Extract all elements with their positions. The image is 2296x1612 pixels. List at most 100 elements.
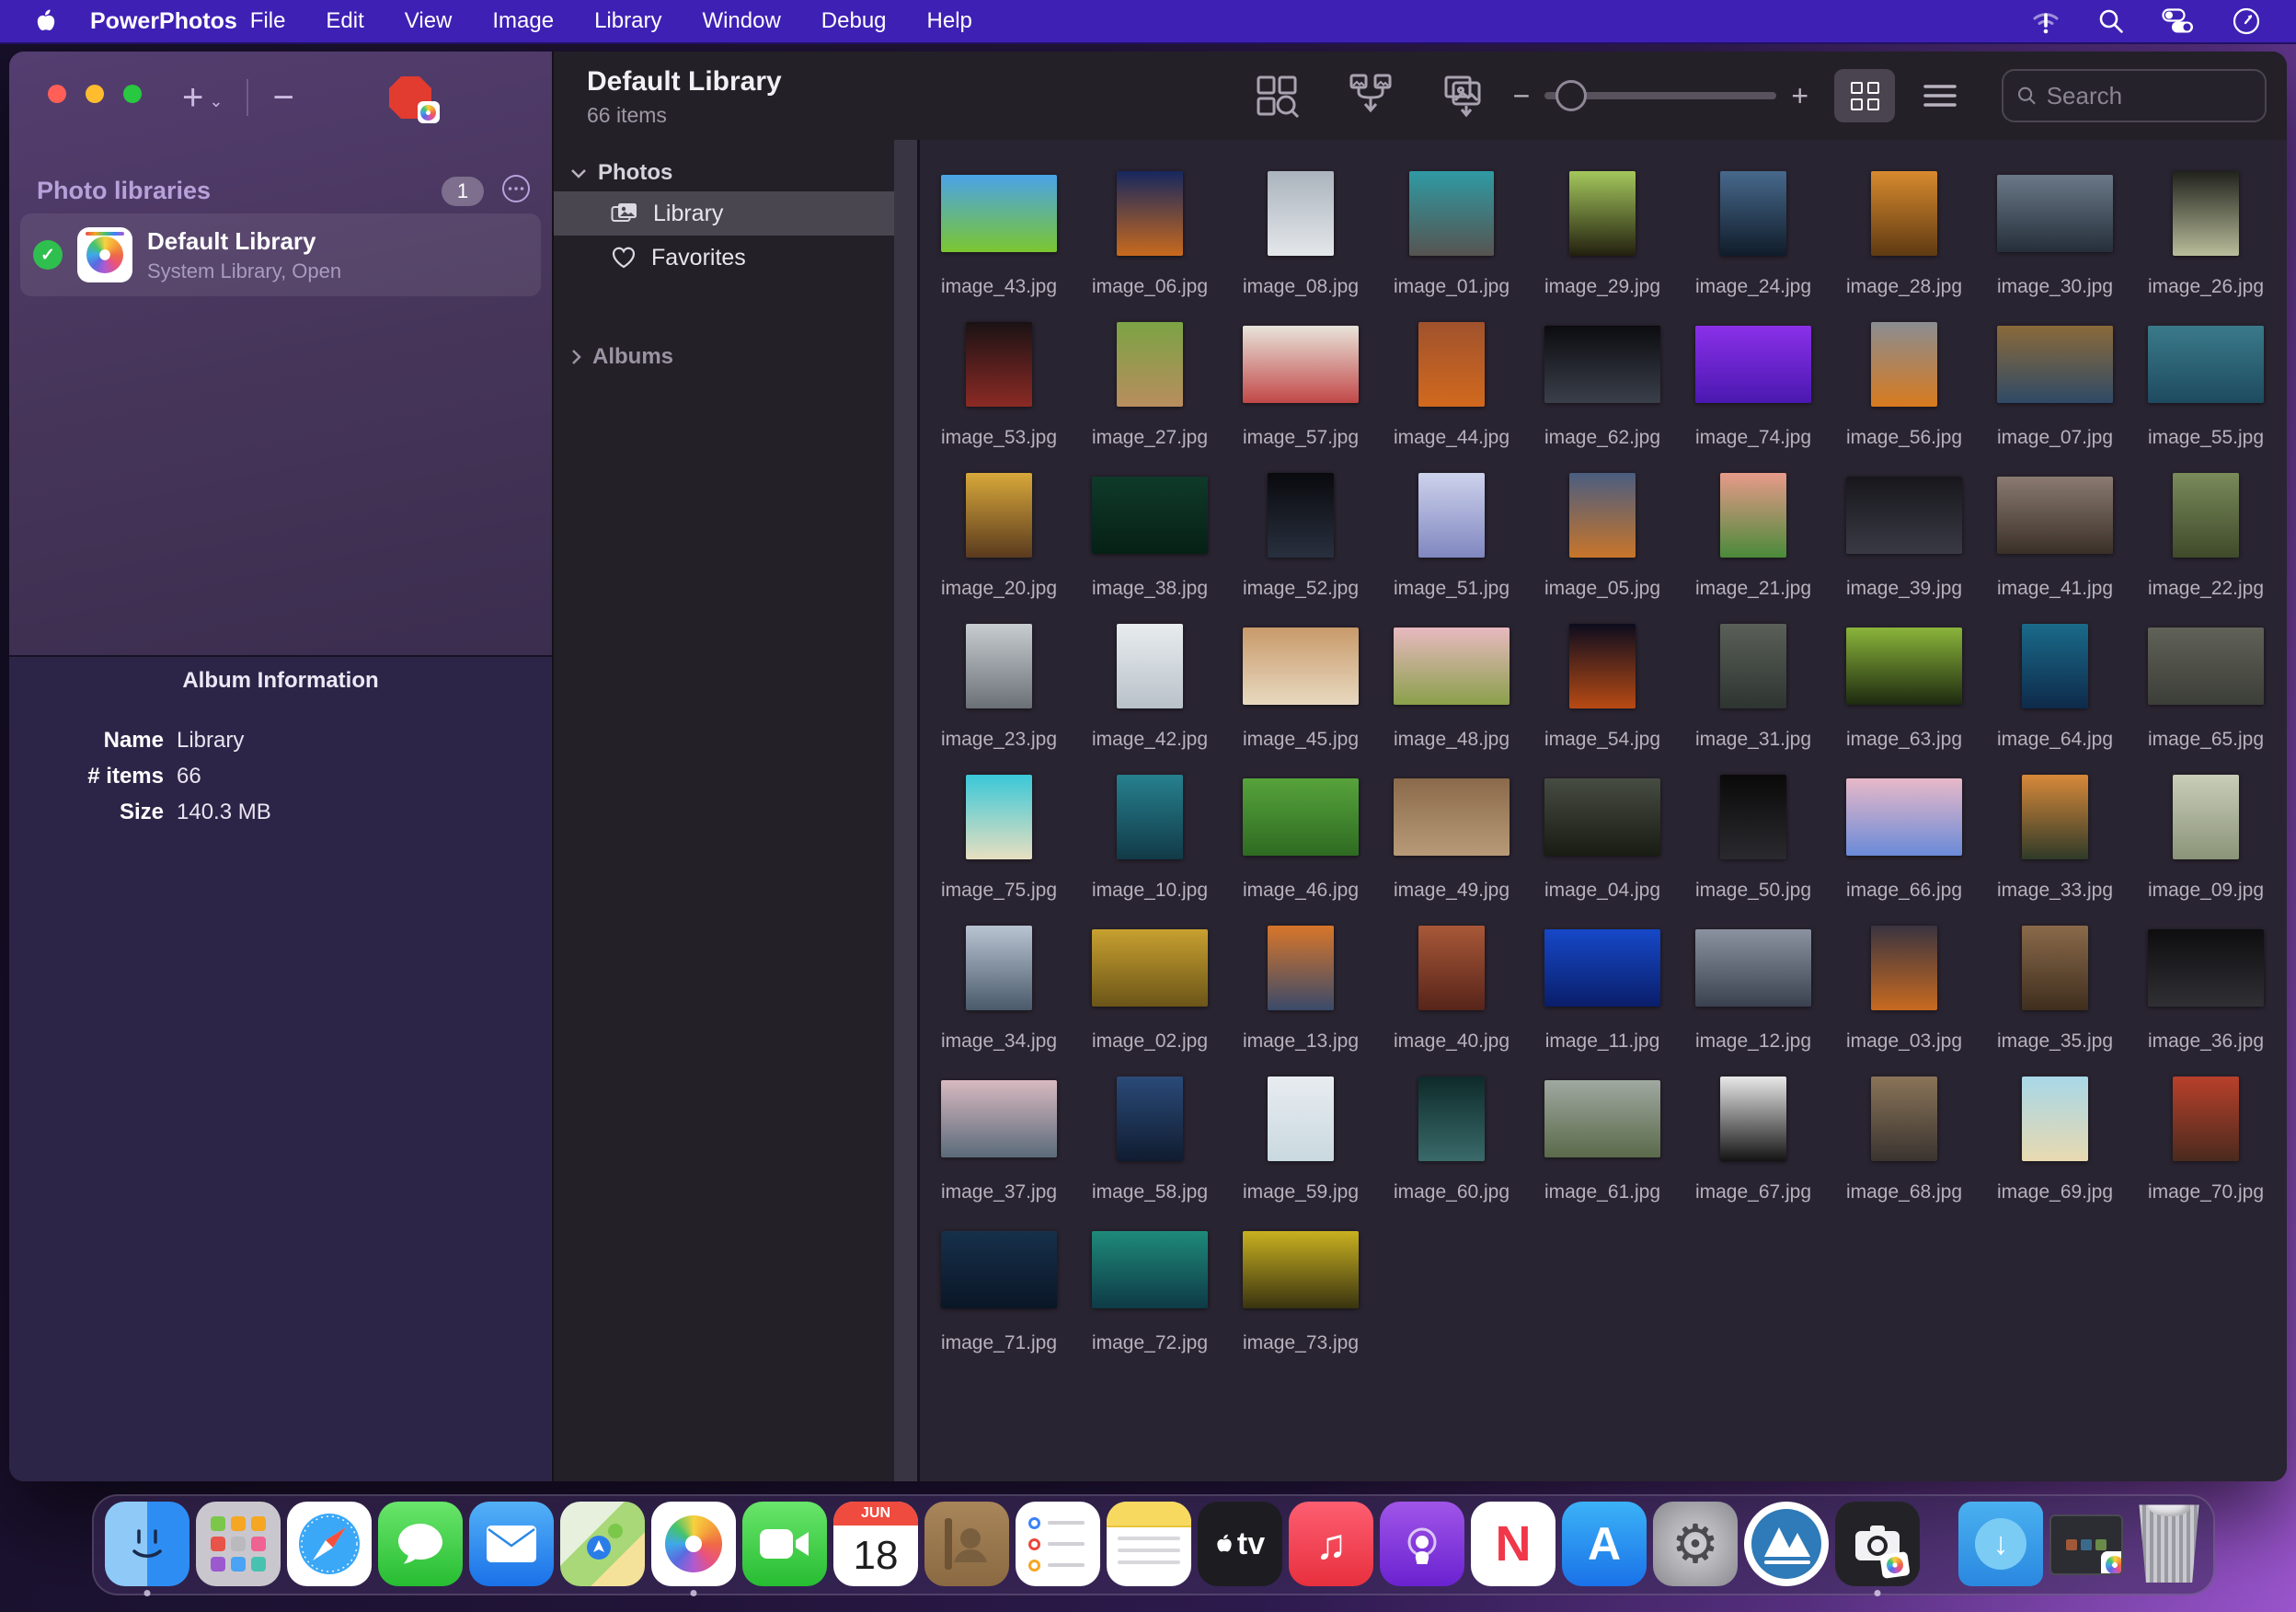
copy-photos-button[interactable] bbox=[1439, 70, 1490, 121]
zoom-out-label[interactable]: − bbox=[1513, 79, 1531, 113]
dock-item-photos[interactable] bbox=[651, 1502, 736, 1586]
sidebar-item-library[interactable]: Library bbox=[554, 191, 894, 236]
menu-app-name[interactable]: PowerPhotos bbox=[90, 8, 237, 35]
photo-item[interactable]: image_45.jpg bbox=[1225, 615, 1376, 766]
photo-item[interactable]: image_23.jpg bbox=[924, 615, 1074, 766]
photo-item[interactable]: image_37.jpg bbox=[924, 1067, 1074, 1218]
photo-item[interactable]: image_53.jpg bbox=[924, 313, 1074, 464]
dock-item-launchpad[interactable] bbox=[196, 1502, 281, 1586]
photo-item[interactable]: image_38.jpg bbox=[1074, 464, 1225, 615]
dock-item-maps[interactable] bbox=[560, 1502, 645, 1586]
thumbnail-size-slider[interactable] bbox=[1544, 92, 1776, 99]
dock-item-contacts[interactable] bbox=[924, 1502, 1009, 1586]
photo-item[interactable]: image_67.jpg bbox=[1678, 1067, 1829, 1218]
dock-item-podcasts[interactable] bbox=[1380, 1502, 1464, 1586]
menu-item-help[interactable]: Help bbox=[927, 8, 972, 34]
photo-item[interactable]: image_65.jpg bbox=[2130, 615, 2281, 766]
dock-item-facetime[interactable] bbox=[742, 1502, 827, 1586]
photo-item[interactable]: image_48.jpg bbox=[1376, 615, 1527, 766]
photo-item[interactable]: image_02.jpg bbox=[1074, 916, 1225, 1067]
photo-item[interactable]: image_50.jpg bbox=[1678, 766, 1829, 916]
photo-item[interactable]: image_73.jpg bbox=[1225, 1218, 1376, 1369]
photo-item[interactable]: image_40.jpg bbox=[1376, 916, 1527, 1067]
dock-item-calendar[interactable]: JUN18 bbox=[833, 1502, 918, 1586]
photo-item[interactable]: image_21.jpg bbox=[1678, 464, 1829, 615]
photo-item[interactable]: image_55.jpg bbox=[2130, 313, 2281, 464]
photo-item[interactable]: image_58.jpg bbox=[1074, 1067, 1225, 1218]
photo-item[interactable]: image_22.jpg bbox=[2130, 464, 2281, 615]
photo-item[interactable]: image_46.jpg bbox=[1225, 766, 1376, 916]
grid-view-button[interactable] bbox=[1834, 69, 1895, 122]
dock-item-news[interactable]: N bbox=[1471, 1502, 1556, 1586]
dock-item-trash[interactable] bbox=[2130, 1502, 2209, 1586]
photo-item[interactable]: image_66.jpg bbox=[1829, 766, 1980, 916]
photo-item[interactable]: image_28.jpg bbox=[1829, 162, 1980, 313]
dock-item-appletv[interactable]: tv bbox=[1198, 1502, 1282, 1586]
photo-item[interactable]: image_60.jpg bbox=[1376, 1067, 1527, 1218]
photo-item[interactable]: image_13.jpg bbox=[1225, 916, 1376, 1067]
merge-libraries-button[interactable] bbox=[1345, 70, 1396, 121]
menu-item-file[interactable]: File bbox=[250, 8, 286, 34]
photo-item[interactable]: image_33.jpg bbox=[1980, 766, 2130, 916]
chevron-down-icon[interactable]: ⌄ bbox=[209, 92, 223, 111]
photo-item[interactable]: image_07.jpg bbox=[1980, 313, 2130, 464]
remove-library-button[interactable]: − bbox=[272, 79, 293, 116]
pane-scrollbar[interactable] bbox=[894, 140, 920, 1481]
photo-item[interactable]: image_63.jpg bbox=[1829, 615, 1980, 766]
zoom-button[interactable] bbox=[123, 85, 142, 103]
sidebar-item-favorites[interactable]: Favorites bbox=[554, 236, 894, 280]
apple-menu-icon[interactable] bbox=[35, 8, 57, 34]
photo-item[interactable]: image_43.jpg bbox=[924, 162, 1074, 313]
photo-item[interactable]: image_68.jpg bbox=[1829, 1067, 1980, 1218]
photo-item[interactable]: image_70.jpg bbox=[2130, 1067, 2281, 1218]
photo-item[interactable]: image_06.jpg bbox=[1074, 162, 1225, 313]
dock-item-minwin[interactable] bbox=[2049, 1502, 2123, 1586]
photo-item[interactable]: image_12.jpg bbox=[1678, 916, 1829, 1067]
photo-item[interactable]: image_51.jpg bbox=[1376, 464, 1527, 615]
library-row-default[interactable]: ✓ Default Library System Library, Open bbox=[20, 213, 541, 296]
search-field[interactable] bbox=[2002, 69, 2267, 122]
photo-item[interactable]: image_59.jpg bbox=[1225, 1067, 1376, 1218]
photo-item[interactable]: image_10.jpg bbox=[1074, 766, 1225, 916]
photo-item[interactable]: image_05.jpg bbox=[1527, 464, 1678, 615]
photo-item[interactable]: image_35.jpg bbox=[1980, 916, 2130, 1067]
clock-icon[interactable] bbox=[2232, 6, 2261, 36]
photo-item[interactable]: image_27.jpg bbox=[1074, 313, 1225, 464]
photo-item[interactable]: image_36.jpg bbox=[2130, 916, 2281, 1067]
menu-item-library[interactable]: Library bbox=[594, 8, 661, 34]
dock-item-music[interactable]: ♫ bbox=[1289, 1502, 1373, 1586]
albums-group-header[interactable]: Albums bbox=[554, 339, 894, 375]
more-options-button[interactable] bbox=[500, 173, 532, 209]
menu-item-edit[interactable]: Edit bbox=[326, 8, 363, 34]
photo-item[interactable]: image_42.jpg bbox=[1074, 615, 1225, 766]
dock-item-finder[interactable] bbox=[105, 1502, 189, 1586]
list-view-button[interactable] bbox=[1910, 69, 1970, 122]
control-center-icon[interactable] bbox=[2162, 8, 2195, 34]
photo-item[interactable]: image_72.jpg bbox=[1074, 1218, 1225, 1369]
photo-item[interactable]: image_49.jpg bbox=[1376, 766, 1527, 916]
photo-item[interactable]: image_39.jpg bbox=[1829, 464, 1980, 615]
photo-item[interactable]: image_41.jpg bbox=[1980, 464, 2130, 615]
minimize-button[interactable] bbox=[86, 85, 104, 103]
dock-item-notes[interactable] bbox=[1107, 1502, 1191, 1586]
photo-item[interactable]: image_20.jpg bbox=[924, 464, 1074, 615]
search-input[interactable] bbox=[2047, 82, 2252, 110]
menu-item-debug[interactable]: Debug bbox=[821, 8, 887, 34]
photo-item[interactable]: image_75.jpg bbox=[924, 766, 1074, 916]
menu-item-window[interactable]: Window bbox=[702, 8, 780, 34]
menu-item-image[interactable]: Image bbox=[492, 8, 554, 34]
find-duplicates-button[interactable] bbox=[1251, 70, 1303, 121]
dock-item-appstore[interactable]: A bbox=[1562, 1502, 1647, 1586]
photo-item[interactable]: image_61.jpg bbox=[1527, 1067, 1678, 1218]
dock-item-downloads[interactable]: ↓ bbox=[1958, 1502, 2043, 1586]
dock-item-reminders[interactable] bbox=[1016, 1502, 1100, 1586]
photos-group-header[interactable]: Photos bbox=[554, 155, 894, 191]
photo-item[interactable]: image_26.jpg bbox=[2130, 162, 2281, 313]
photo-item[interactable]: image_31.jpg bbox=[1678, 615, 1829, 766]
photo-item[interactable]: image_74.jpg bbox=[1678, 313, 1829, 464]
photo-item[interactable]: image_71.jpg bbox=[924, 1218, 1074, 1369]
quit-photos-button[interactable] bbox=[386, 74, 434, 121]
wifi-alert-icon[interactable] bbox=[2031, 7, 2061, 35]
photo-item[interactable]: image_52.jpg bbox=[1225, 464, 1376, 615]
photo-item[interactable]: image_57.jpg bbox=[1225, 313, 1376, 464]
